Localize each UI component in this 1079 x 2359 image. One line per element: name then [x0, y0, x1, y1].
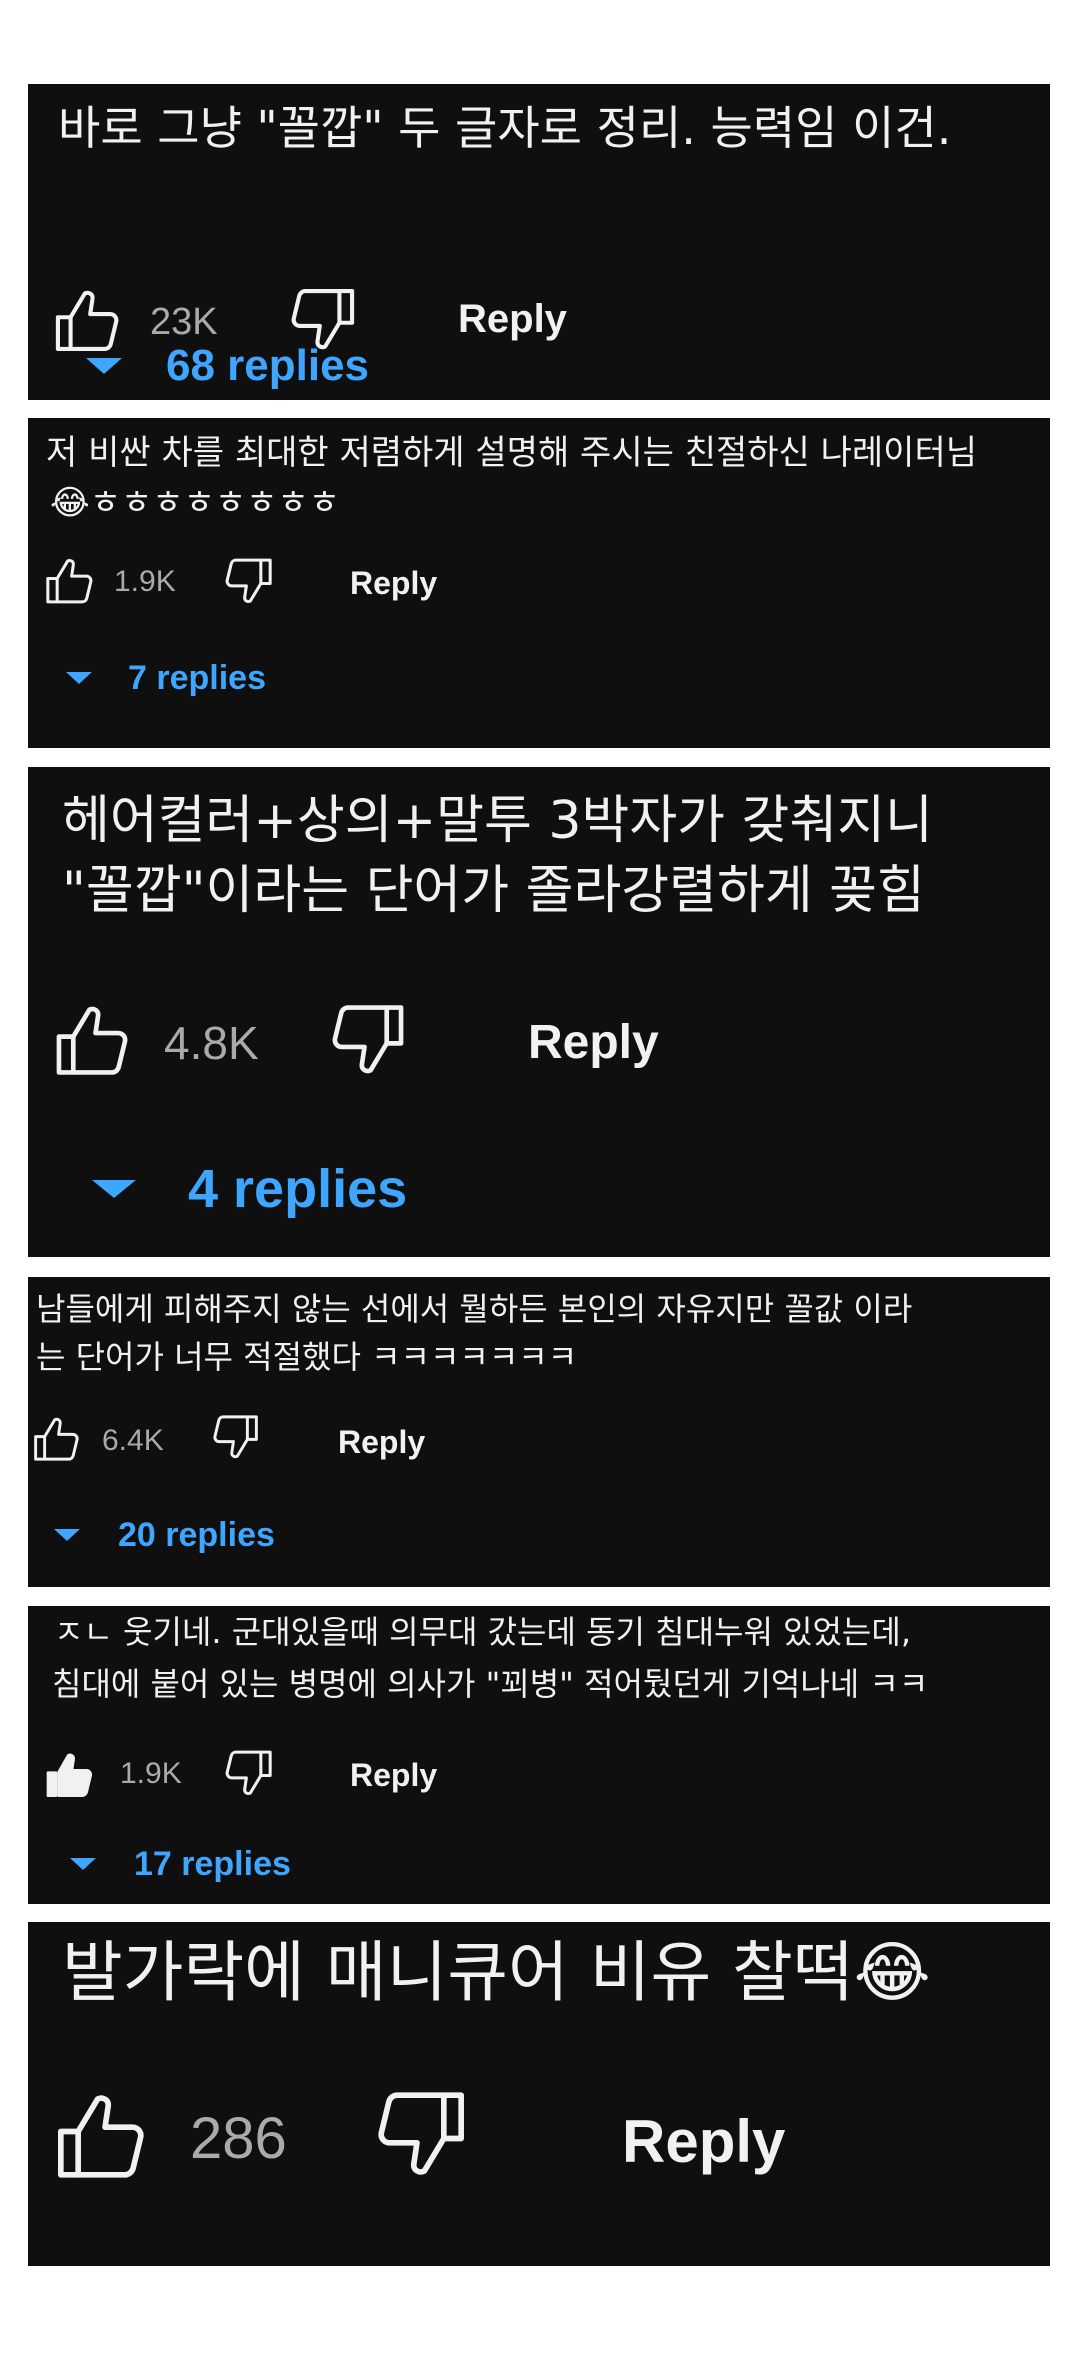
comment-card: 저 비싼 차를 최대한 저렴하게 설명해 주시는 친절하신 나레이터님 😂ㅎㅎㅎ…: [28, 418, 1050, 748]
reply-button[interactable]: Reply: [338, 1423, 425, 1461]
reply-button[interactable]: Reply: [458, 294, 567, 344]
thumbs-up-filled-icon[interactable]: [42, 1748, 98, 1804]
triangle-down-icon: [54, 1529, 80, 1541]
comment-text: 바로 그냥 "꼴깝" 두 글자로 정리. 능력임 이건.: [58, 101, 952, 155]
thumbs-up-outline-icon[interactable]: [30, 1413, 84, 1467]
thumbs-up-outline-icon[interactable]: [50, 2086, 154, 2190]
view-replies-button[interactable]: 4 replies: [92, 1153, 407, 1225]
replies-label: 7 replies: [128, 658, 266, 697]
thumbs-down-outline-icon[interactable]: [220, 1744, 276, 1800]
replies-label: 20 replies: [118, 1515, 275, 1554]
triangle-down-icon: [86, 358, 122, 374]
thumbs-down-outline-icon[interactable]: [368, 2080, 472, 2184]
comment-text: 저 비싼 차를 최대한 저렴하게 설명해 주시는 친절하신 나레이터님: [46, 433, 978, 473]
replies-label: 68 replies: [166, 341, 370, 390]
comment-card: 남들에게 피해주지 않는 선에서 뭘하든 본인의 자유지만 꼴값 이라 는 단어…: [28, 1277, 1050, 1587]
reply-button[interactable]: Reply: [350, 564, 437, 602]
thumbs-down-outline-icon[interactable]: [208, 1409, 262, 1463]
view-replies-button[interactable]: 68 replies: [86, 336, 369, 396]
comment-text: 발가락에 매니큐어 비유 찰떡😂: [62, 1934, 931, 2011]
thumbs-up-outline-icon[interactable]: [42, 554, 98, 610]
replies-label: 17 replies: [134, 1844, 291, 1883]
triangle-down-icon: [92, 1180, 136, 1198]
like-count: 1.9K: [120, 1757, 182, 1790]
thumbs-down-outline-icon[interactable]: [220, 552, 276, 608]
triangle-down-icon: [66, 672, 92, 684]
comment-text: 헤어컬러+상의+말투 3박자가 갖춰지니: [62, 791, 933, 851]
comment-text: 😂ㅎㅎㅎㅎㅎㅎㅎㅎ: [50, 483, 340, 523]
comment-card: 헤어컬러+상의+말투 3박자가 갖춰지니 "꼴깝"이라는 단어가 졸라강렬하게 …: [28, 767, 1050, 1257]
comment-text: 남들에게 피해주지 않는 선에서 뭘하든 본인의 자유지만 꼴값 이라: [36, 1290, 913, 1328]
replies-label: 4 replies: [188, 1159, 408, 1219]
thumbs-down-outline-icon[interactable]: [324, 995, 410, 1081]
reply-button[interactable]: Reply: [622, 2106, 785, 2178]
view-replies-button[interactable]: 7 replies: [66, 656, 266, 700]
comment-card: ㅈㄴ 웃기네. 군대있을때 의무대 갔는데 동기 침대누워 있었는데, 침대에 …: [28, 1606, 1050, 1904]
comment-text: 침대에 붙어 있는 병명에 의사가 "꾀병" 적어뒀던게 기억나네 ㅋㅋ: [52, 1665, 929, 1703]
comment-text: 는 단어가 너무 적절했다 ㅋㅋㅋㅋㅋㅋㅋ: [36, 1338, 578, 1376]
like-count: 286: [190, 2106, 287, 2171]
like-count: 6.4K: [102, 1424, 164, 1457]
comment-card: 발가락에 매니큐어 비유 찰떡😂 286 Reply: [28, 1922, 1050, 2266]
like-count: 1.9K: [114, 565, 176, 598]
comment-card: 바로 그냥 "꼴깝" 두 글자로 정리. 능력임 이건. 23K Reply 6…: [28, 84, 1050, 400]
like-count: 4.8K: [164, 1017, 259, 1069]
comment-text: "꼴깝"이라는 단어가 졸라강렬하게 꽂힘: [62, 861, 925, 921]
reply-button[interactable]: Reply: [350, 1756, 437, 1794]
comment-text: ㅈㄴ 웃기네. 군대있을때 의무대 갔는데 동기 침대누워 있었는데,: [54, 1613, 911, 1651]
triangle-down-icon: [70, 1858, 96, 1870]
view-replies-button[interactable]: 17 replies: [70, 1842, 291, 1886]
view-replies-button[interactable]: 20 replies: [54, 1513, 275, 1557]
reply-button[interactable]: Reply: [528, 1014, 659, 1072]
thumbs-up-outline-icon[interactable]: [50, 999, 136, 1085]
